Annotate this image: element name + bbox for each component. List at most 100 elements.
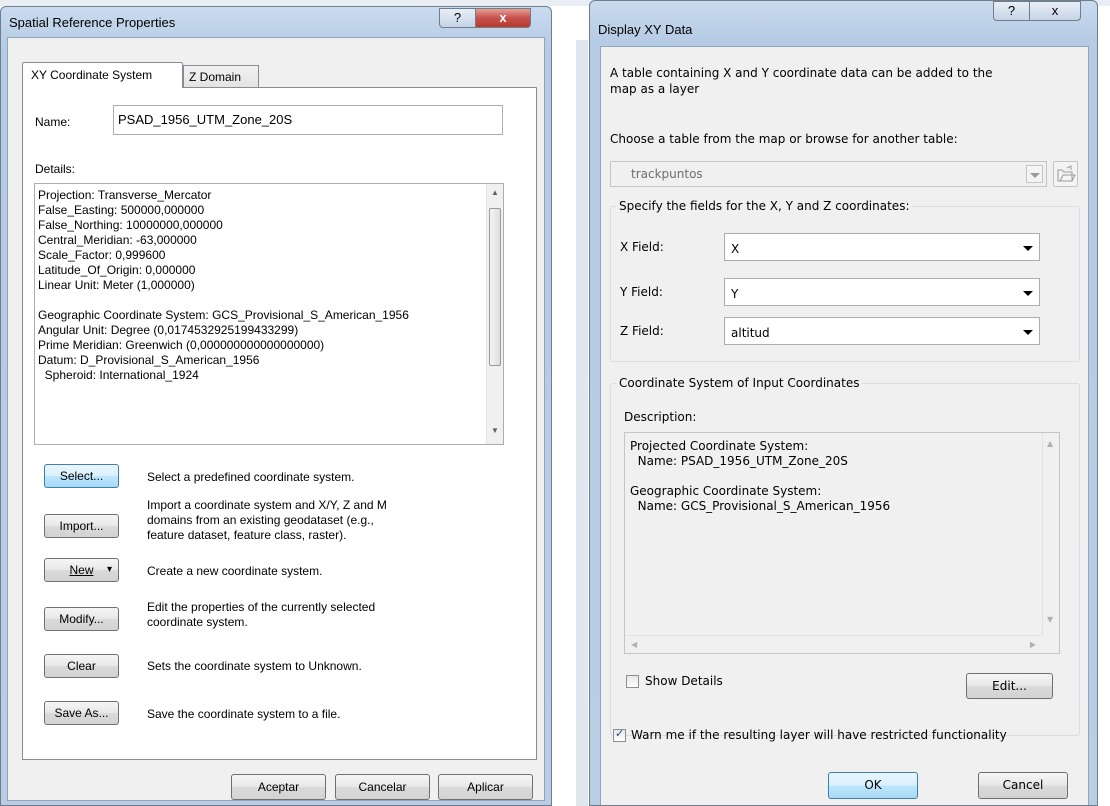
chevron-down-icon [1023, 291, 1033, 296]
save-as-description: Save the coordinate system to a file. [147, 707, 341, 721]
scroll-up-icon[interactable]: ▲ [491, 188, 499, 198]
fields-group: Specify the fields for the X, Y and Z co… [610, 199, 1080, 362]
cancel-button[interactable]: Cancel [978, 772, 1068, 799]
help-button[interactable]: ? [439, 8, 476, 28]
close-icon: x [1051, 3, 1059, 18]
import-button[interactable]: Import... [44, 514, 119, 538]
edit-button[interactable]: Edit... [966, 673, 1053, 699]
open-folder-icon [1057, 165, 1076, 182]
y-field-label: Y Field: [620, 285, 663, 299]
name-field-value: PSAD_1956_UTM_Zone_20S [118, 112, 293, 127]
dialog-title: Display XY Data [598, 22, 693, 37]
ok-button-label: OK [864, 778, 882, 792]
aceptar-button-label: Aceptar [257, 780, 300, 794]
tab-label: XY Coordinate System [31, 68, 153, 82]
dropdown-arrow-icon: ▾ [106, 564, 112, 575]
clear-description: Sets the coordinate system to Unknown. [147, 659, 362, 673]
scroll-left-icon[interactable]: ◀ [631, 640, 637, 650]
new-button[interactable]: New ▾ [44, 558, 119, 582]
description-hscrollbar[interactable]: ◀ ▶ [625, 635, 1042, 653]
scroll-down-icon[interactable]: ▼ [491, 426, 499, 436]
background-app-edge [576, 40, 588, 806]
tab-z-domain[interactable]: Z Domain [183, 65, 259, 88]
scroll-down-icon[interactable]: ▼ [1047, 615, 1053, 625]
details-text: Projection: Transverse_Mercator False_Ea… [38, 188, 409, 382]
description-box[interactable]: Projected Coordinate System: Name: PSAD_… [624, 432, 1060, 654]
dialog-client: XY Coordinate System Z Domain Name: PSAD… [7, 37, 545, 801]
close-icon: x [499, 10, 507, 25]
scroll-thumb[interactable] [489, 208, 501, 366]
select-button-label: Select... [59, 469, 104, 483]
modify-description: Edit the properties of the currently sel… [147, 600, 376, 629]
import-button-label: Import... [59, 519, 104, 533]
chevron-down-icon [1030, 173, 1040, 178]
import-description: Import a coordinate system and X/Y, Z an… [147, 498, 387, 542]
table-combobox[interactable]: trackpuntos [610, 161, 1047, 187]
help-icon: ? [453, 10, 462, 25]
cancelar-button-label: Cancelar [358, 780, 407, 794]
x-field-value: X [731, 242, 740, 256]
check-mark-icon: ✓ [615, 727, 625, 740]
x-field-label: X Field: [620, 240, 664, 254]
choose-table-label: Choose a table from the map or browse fo… [610, 132, 958, 146]
spatial-reference-dialog: Spatial Reference Properties ? x XY Coor… [0, 6, 552, 806]
close-button[interactable]: x [1029, 1, 1081, 21]
y-field-select[interactable]: Y [724, 278, 1040, 306]
title-bar: Display XY Data ? x [590, 1, 1097, 41]
title-bar: Spatial Reference Properties ? x [1, 7, 551, 37]
z-field-select[interactable]: altitud [724, 317, 1040, 345]
aplicar-button[interactable]: Aplicar [438, 774, 533, 800]
details-scrollbar[interactable]: ▲ ▼ [486, 184, 503, 444]
clear-button[interactable]: Clear [44, 654, 119, 678]
ok-button[interactable]: OK [828, 772, 918, 799]
select-description: Select a predefined coordinate system. [147, 470, 355, 484]
dialog-title: Spatial Reference Properties [9, 15, 176, 30]
scroll-right-icon[interactable]: ▶ [1030, 640, 1036, 650]
fields-group-title: Specify the fields for the X, Y and Z co… [616, 199, 913, 213]
tab-xy-coordinate-system[interactable]: XY Coordinate System [22, 62, 183, 88]
cancel-button-label: Cancel [1002, 778, 1044, 792]
modify-button[interactable]: Modify... [44, 607, 119, 631]
coordinate-system-group: Coordinate System of Input Coordinates D… [610, 376, 1080, 736]
name-field[interactable]: PSAD_1956_UTM_Zone_20S [113, 105, 503, 135]
modify-button-label: Modify... [59, 612, 104, 626]
cancelar-button[interactable]: Cancelar [335, 774, 430, 800]
warn-label: Warn me if the resulting layer will have… [631, 728, 1007, 742]
new-description: Create a new coordinate system. [147, 564, 323, 578]
save-as-button-label: Save As... [54, 706, 109, 720]
z-field-value: altitud [731, 326, 770, 340]
intro-text: A table containing X and Y coordinate da… [610, 66, 993, 96]
chevron-down-icon [1023, 246, 1033, 251]
y-field-value: Y [731, 287, 739, 301]
new-button-label: New [69, 563, 94, 577]
description-vscrollbar[interactable]: ▲ ▼ [1042, 433, 1059, 635]
details-label: Details: [35, 162, 76, 176]
save-as-button[interactable]: Save As... [44, 701, 119, 725]
help-button[interactable]: ? [993, 1, 1030, 21]
show-details-checkbox[interactable] [626, 675, 639, 688]
description-label: Description: [624, 410, 697, 424]
dialog-client: A table containing X and Y coordinate da… [600, 46, 1089, 805]
display-xy-data-dialog: Display XY Data ? x A table containing X… [589, 0, 1098, 806]
chevron-down-icon [1023, 330, 1033, 335]
aplicar-button-label: Aplicar [467, 780, 504, 794]
select-button[interactable]: Select... [44, 464, 119, 488]
scroll-up-icon[interactable]: ▲ [1047, 439, 1053, 449]
help-icon: ? [1007, 3, 1016, 18]
details-box[interactable]: Projection: Transverse_Mercator False_Ea… [34, 183, 504, 445]
coordinate-system-group-title: Coordinate System of Input Coordinates [616, 376, 863, 390]
tab-page: Name: PSAD_1956_UTM_Zone_20S Details: Pr… [22, 87, 537, 760]
x-field-select[interactable]: X [724, 233, 1040, 261]
z-field-label: Z Field: [620, 324, 664, 338]
show-details-label: Show Details [645, 674, 723, 688]
clear-button-label: Clear [67, 659, 96, 673]
aceptar-button[interactable]: Aceptar [231, 774, 326, 800]
tab-label: Z Domain [189, 70, 242, 84]
edit-button-label: Edit... [992, 679, 1027, 693]
warn-checkbox[interactable]: ✓ [613, 727, 626, 742]
name-label: Name: [35, 115, 71, 129]
close-button[interactable]: x [475, 8, 531, 28]
table-combobox-dropdown[interactable] [1026, 165, 1043, 183]
description-text: Projected Coordinate System: Name: PSAD_… [630, 439, 891, 513]
browse-table-button[interactable] [1053, 161, 1078, 187]
